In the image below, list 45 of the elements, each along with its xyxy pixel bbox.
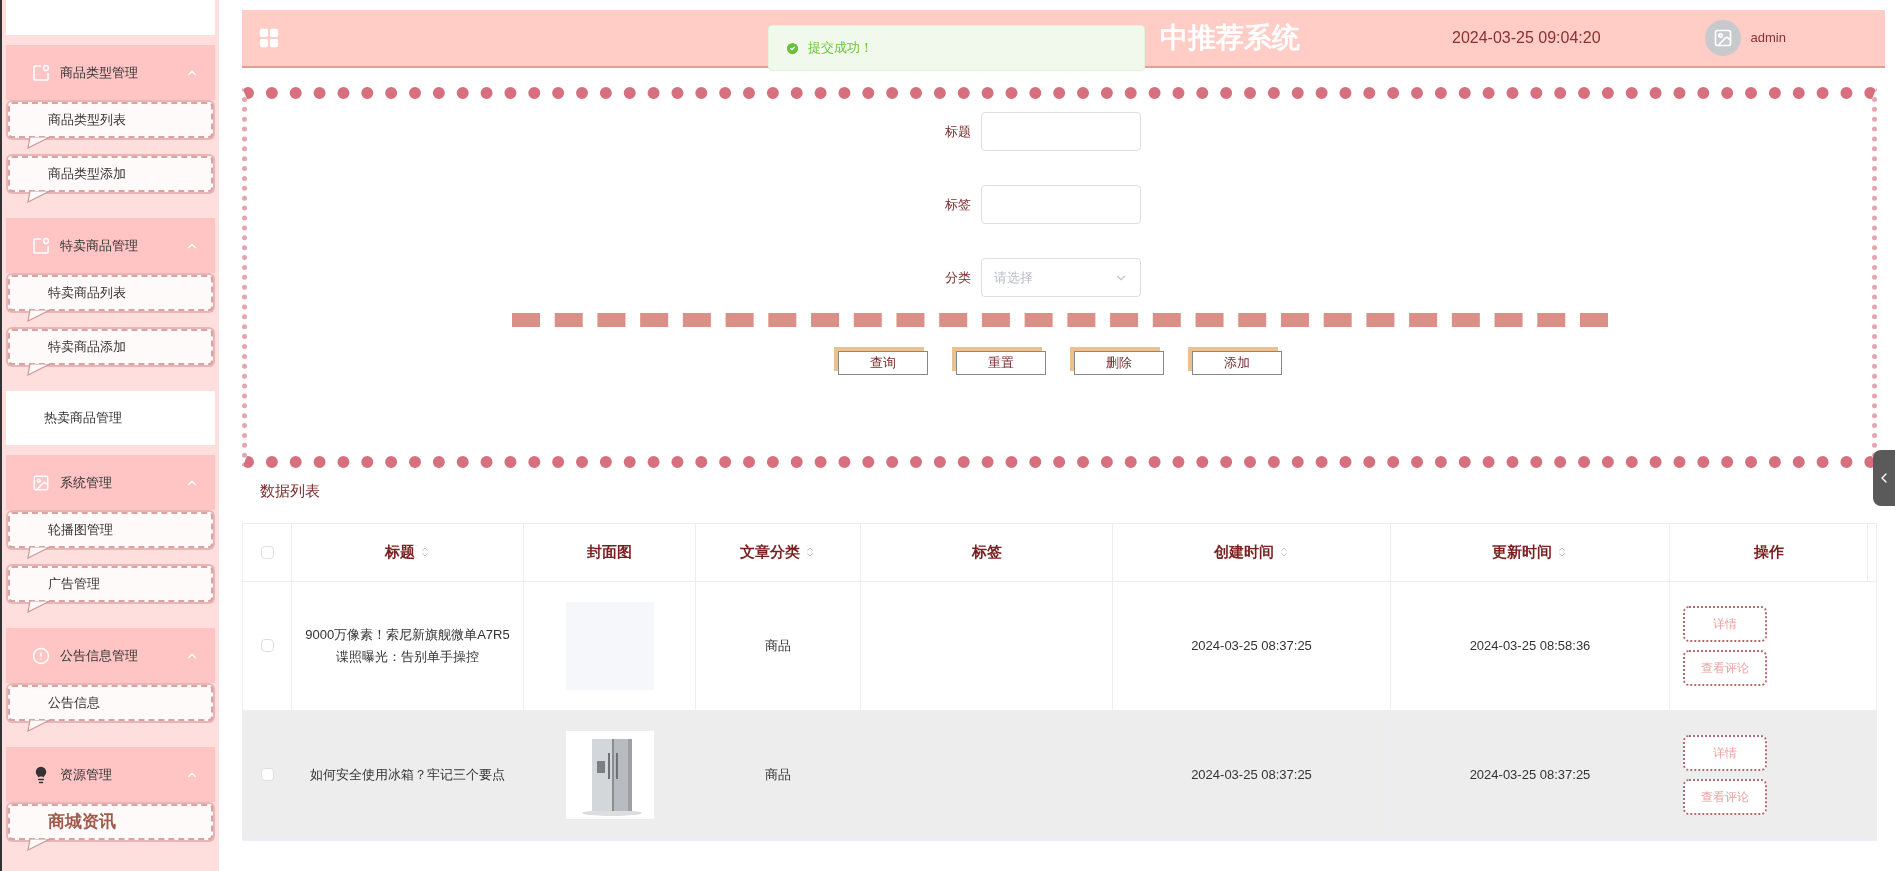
menu-icon[interactable] — [258, 27, 280, 49]
note-icon — [32, 236, 50, 255]
column-header[interactable]: 更新时间 — [1492, 540, 1552, 564]
collapse-handle[interactable] — [1873, 450, 1895, 506]
table-cell-text: 2024-03-25 08:37:25 — [1191, 765, 1312, 784]
note-icon — [32, 63, 50, 82]
column-header[interactable]: 标题 — [384, 540, 415, 564]
input-field[interactable] — [981, 112, 1141, 151]
field-label: 标题 — [944, 122, 972, 141]
input-field[interactable] — [981, 185, 1141, 224]
column-header: 操作 — [1753, 541, 1784, 562]
check-icon — [785, 40, 800, 56]
table-cell-text: 商品 — [765, 636, 791, 655]
table-cell-text: 9000万像素！索尼新旗舰微单A7R5谍照曝光：告别单手操控 — [304, 625, 511, 666]
alert-icon — [32, 646, 50, 665]
checkbox[interactable] — [260, 639, 274, 652]
checkbox[interactable] — [260, 768, 274, 781]
table-cell-text: 2024-03-25 08:37:25 — [1469, 765, 1591, 784]
image-icon — [32, 473, 50, 492]
column-header[interactable]: 创建时间 — [1213, 540, 1274, 564]
username: admin — [1750, 29, 1786, 48]
toast: 提交成功！ — [768, 25, 1145, 71]
field-label: 标签 — [944, 195, 972, 214]
menu-group-header[interactable]: 系统管理 — [6, 455, 215, 510]
menu-group-header[interactable]: 资源管理 — [6, 747, 215, 802]
app-title: 中推荐系统 — [1160, 21, 1300, 55]
menu-group-header[interactable]: 公告信息管理 — [6, 628, 215, 683]
sort-icon[interactable] — [804, 546, 816, 558]
avatar[interactable] — [1704, 20, 1741, 56]
column-header: 封面图 — [587, 541, 632, 562]
menu-group-header[interactable]: 商品类型管理 — [6, 45, 215, 100]
table-cell-text: 如何安全使用冰箱？牢记三个要点 — [310, 765, 505, 784]
column-header: 标签 — [971, 541, 1002, 562]
menu-group-header[interactable]: 特卖商品管理 — [6, 218, 215, 273]
sort-icon[interactable] — [1556, 546, 1568, 558]
field-label: 分类 — [944, 268, 972, 287]
datetime: 2024-03-25 09:04:20 — [1452, 28, 1601, 48]
menu-item[interactable]: 热卖商品管理 — [6, 391, 215, 445]
table-cell-text: 商品 — [765, 765, 791, 784]
table-cell-text: 2024-03-25 08:37:25 — [1191, 636, 1312, 655]
column-header[interactable]: 文章分类 — [740, 540, 800, 564]
table-cell-text: 2024-03-25 08:58:36 — [1469, 636, 1591, 655]
section-title: 数据列表 — [260, 481, 321, 501]
image-icon — [1712, 28, 1733, 48]
checkbox[interactable] — [260, 545, 274, 559]
